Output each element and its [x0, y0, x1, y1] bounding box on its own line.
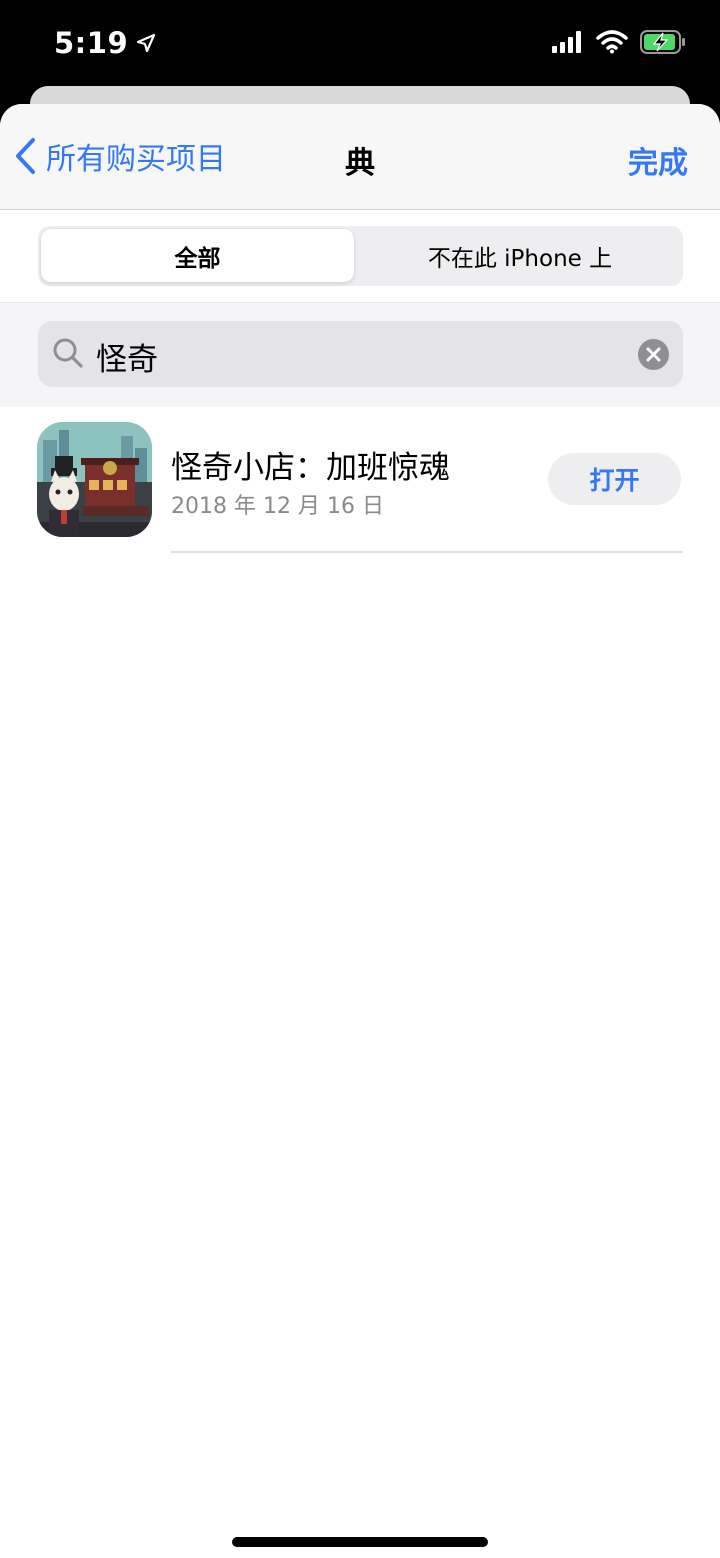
battery-charging-icon [640, 30, 685, 54]
app-list: 怪奇小店：加班惊魂 2018 年 12 月 16 日 打开 [0, 408, 720, 553]
app-icon [37, 422, 152, 537]
status-time-text: 5:19 [54, 26, 129, 60]
row-divider [171, 551, 683, 553]
page-title: 典 [345, 146, 375, 181]
purchase-date: 2018 年 12 月 16 日 [171, 494, 384, 519]
purchased-sheet: 所有购买项目 典 完成 全部 不在此 iPhone 上 怪奇 怪奇小店：加班惊魂… [0, 104, 720, 1558]
game-artwork-icon [37, 422, 152, 537]
app-name: 怪奇小店：加班惊魂 [171, 450, 450, 486]
open-button[interactable]: 打开 [548, 453, 681, 505]
segment-not-on-device[interactable]: 不在此 iPhone 上 [360, 229, 680, 282]
location-arrow-icon [137, 33, 156, 53]
navigation-bar: 所有购买项目 典 完成 [0, 104, 720, 210]
segmented-control: 全部 不在此 iPhone 上 [38, 226, 683, 286]
search-input[interactable]: 怪奇 [96, 334, 158, 379]
status-bar: 5:19 [0, 0, 720, 90]
search-area: 怪奇 [0, 303, 720, 407]
segment-area: 全部 不在此 iPhone 上 [0, 210, 720, 303]
list-item[interactable]: 怪奇小店：加班惊魂 2018 年 12 月 16 日 打开 [0, 408, 720, 553]
status-time: 5:19 [54, 26, 156, 60]
segment-all[interactable]: 全部 [41, 229, 354, 282]
cellular-signal-icon [552, 31, 581, 53]
clear-search-icon[interactable] [638, 339, 669, 370]
home-indicator[interactable] [232, 1537, 488, 1547]
search-field[interactable]: 怪奇 [38, 321, 683, 387]
search-icon [53, 338, 83, 368]
wifi-icon [596, 30, 628, 54]
done-button[interactable]: 完成 [628, 138, 688, 182]
status-indicators [552, 30, 686, 54]
